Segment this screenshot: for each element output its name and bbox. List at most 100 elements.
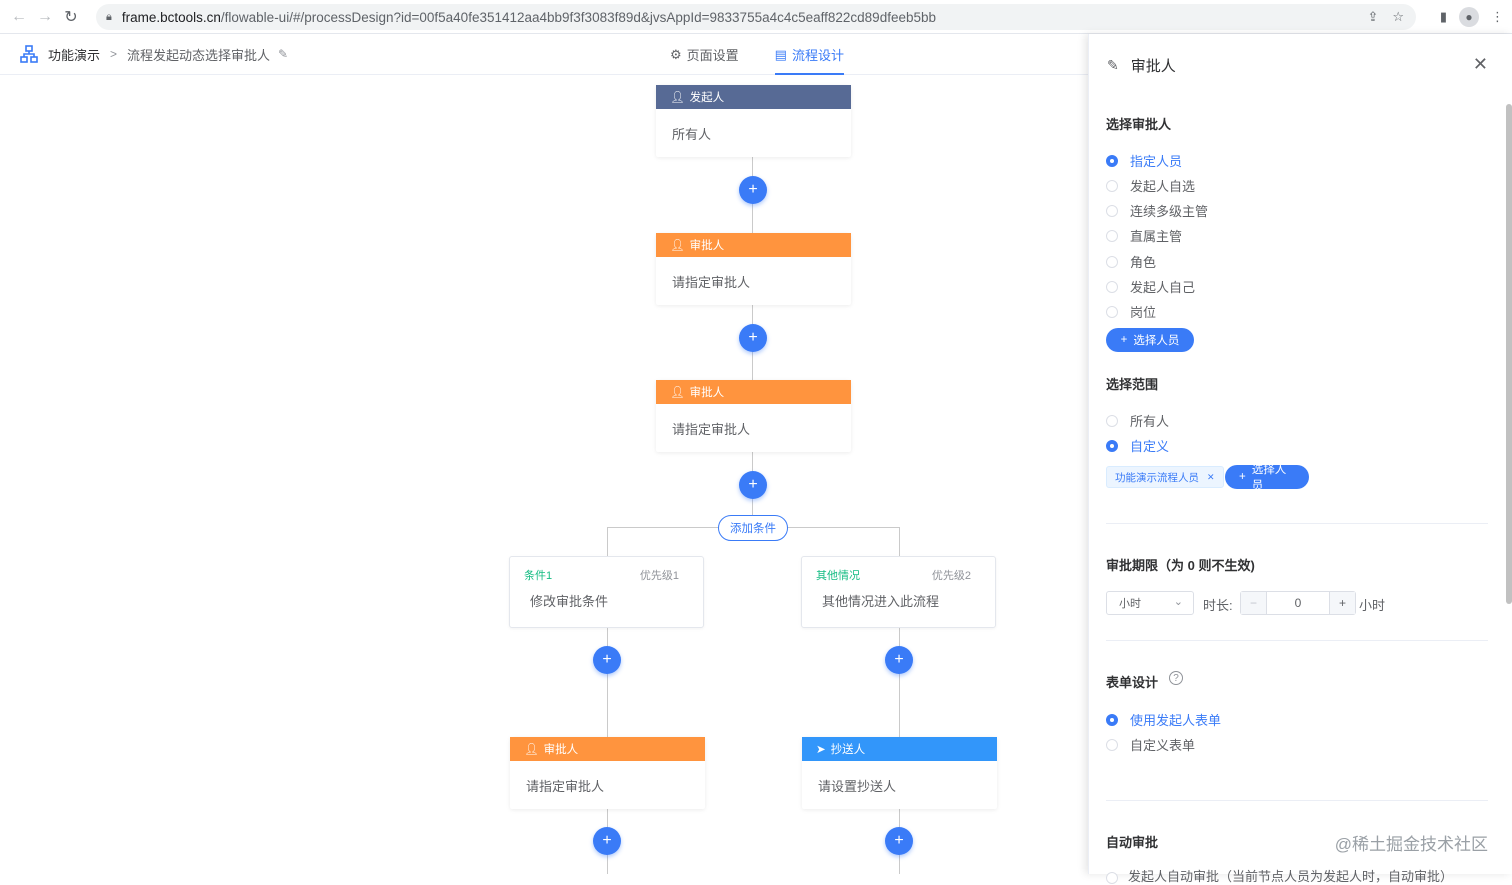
add-node-button[interactable]: +	[885, 827, 913, 855]
select-person-button[interactable]: + 选择人员	[1106, 328, 1194, 352]
drawer-header: ✎ 审批人 ✕	[1089, 34, 1512, 96]
button-label: 选择人员	[1133, 335, 1180, 347]
section-title: 选择范围	[1106, 377, 1159, 392]
side-panel-icon[interactable]: ▮	[1440, 9, 1447, 25]
option-label: 发起人自动审批（当前节点人员为发起人时，自动审批）	[1128, 869, 1454, 884]
plus-icon[interactable]: +	[1329, 592, 1355, 614]
approver-node[interactable]: 👤︎ 审批人 请指定审批人	[656, 380, 851, 452]
share-icon[interactable]: ⇪	[1367, 9, 1378, 25]
radio-use-initiator-form[interactable]: 使用发起人表单	[1106, 710, 1221, 729]
radio-label: 发起人自己	[1130, 280, 1196, 295]
node-type-label: 审批人	[689, 240, 725, 252]
node-type-label: 发起人	[689, 92, 725, 104]
back-icon[interactable]: ←	[6, 4, 32, 30]
tab-process-design[interactable]: ▤ 流程设计	[774, 34, 845, 75]
condition-title: 其他情况	[816, 570, 860, 582]
node-content: 请指定审批人	[672, 274, 751, 290]
scrollbar[interactable]	[1506, 104, 1512, 604]
radio-designated-person[interactable]: 指定人员	[1106, 151, 1182, 170]
plus-icon: +	[1239, 471, 1246, 483]
radio-dot	[1106, 305, 1118, 318]
help-icon[interactable]: ?	[1169, 671, 1183, 685]
radio-dot	[1106, 280, 1118, 293]
add-node-button[interactable]: +	[885, 646, 913, 674]
tag-label: 功能演示流程人员	[1115, 471, 1199, 484]
add-node-button[interactable]: +	[739, 176, 767, 204]
add-node-button[interactable]: +	[593, 646, 621, 674]
radio-scope-all[interactable]: 所有人	[1106, 411, 1169, 430]
send-icon: ➤	[816, 744, 826, 756]
radio-multi-level-supervisor[interactable]: 连续多级主管	[1106, 201, 1208, 220]
watermark: @稀土掘金技术社区	[1334, 835, 1488, 854]
menu-dots-icon[interactable]: ⋮	[1491, 9, 1504, 25]
node-type-label: 抄送人	[830, 744, 866, 756]
radio-dot	[1106, 738, 1118, 751]
tab-label: 流程设计	[791, 48, 844, 63]
radio-role[interactable]: 角色	[1106, 252, 1156, 271]
radio-scope-custom[interactable]: 自定义	[1106, 436, 1169, 455]
radio-position[interactable]: 岗位	[1106, 302, 1156, 321]
app-header: 功能演示 > 流程发起动态选择审批人 ✎ ⚙ 页面设置 ▤ 流程设计	[0, 34, 1088, 75]
radio-initiator-choose[interactable]: 发起人自选	[1106, 176, 1195, 195]
minus-icon[interactable]: −	[1241, 592, 1267, 614]
reload-icon[interactable]: ↻	[58, 4, 84, 30]
radio-dot	[1106, 439, 1118, 452]
radio-label: 所有人	[1130, 414, 1170, 429]
approver-settings-drawer: ✎ 审批人 ✕ 选择审批人 指定人员 发起人自选 连续多级主管 直属主管 角色 …	[1088, 34, 1512, 884]
section-title: 表单设计	[1106, 675, 1159, 690]
approver-node[interactable]: 👤︎ 审批人 请指定审批人	[656, 233, 851, 305]
edit-icon[interactable]: ✎	[1107, 57, 1119, 74]
radio-dot	[1106, 179, 1118, 192]
stepper-value[interactable]: 0	[1267, 592, 1329, 614]
divider	[1106, 640, 1488, 641]
radio-label: 使用发起人表单	[1130, 713, 1222, 728]
user-icon: 👤︎	[670, 387, 685, 399]
checkbox-icon	[1106, 871, 1118, 884]
radio-label: 直属主管	[1130, 229, 1183, 244]
bookmark-star-icon[interactable]: ☆	[1392, 9, 1404, 25]
address-bar[interactable]: 🔒︎ frame.bctools.cn/flowable-ui/#/proces…	[96, 4, 1416, 30]
section-title: 选择审批人	[1106, 117, 1172, 132]
radio-initiator-self[interactable]: 发起人自己	[1106, 277, 1195, 296]
radio-dot	[1106, 154, 1118, 167]
approver-node[interactable]: 👤︎ 审批人 请指定审批人	[510, 737, 705, 809]
radio-label: 发起人自选	[1130, 179, 1196, 194]
tab-page-settings[interactable]: ⚙ 页面设置	[670, 34, 739, 75]
select-person-button[interactable]: + 选择人员	[1225, 464, 1309, 492]
profile-avatar[interactable]: ●	[1459, 7, 1479, 27]
radio-custom-form[interactable]: 自定义表单	[1106, 735, 1195, 754]
browser-toolbar: ← → ↻ 🔒︎ frame.bctools.cn/flowable-ui/#/…	[0, 0, 1512, 34]
forward-icon[interactable]: →	[32, 4, 58, 30]
cc-node[interactable]: ➤ 抄送人 请设置抄送人	[802, 737, 997, 809]
process-canvas[interactable]: 👤︎ 发起人 所有人 + 👤︎ 审批人 请指定审批人 + 👤︎ 审批人 请指定审…	[0, 75, 1088, 874]
auto-approve-option[interactable]: 发起人自动审批（当前节点人员为发起人时，自动审批）	[1106, 866, 1453, 885]
time-unit-select[interactable]: 小时 ⌄	[1106, 591, 1194, 615]
add-condition-button[interactable]: 添加条件	[718, 515, 788, 541]
radio-direct-supervisor[interactable]: 直属主管	[1106, 226, 1182, 245]
node-type-label: 审批人	[689, 387, 725, 399]
condition-node[interactable]: 条件1 优先级1 修改审批条件	[509, 556, 704, 628]
node-header: 👤︎ 发起人	[656, 85, 851, 109]
app-name-link[interactable]: 功能演示	[48, 45, 100, 64]
user-icon: 👤︎	[670, 92, 685, 104]
add-node-button[interactable]: +	[593, 827, 621, 855]
edit-icon[interactable]: ✎	[278, 47, 288, 61]
user-icon: 👤︎	[670, 240, 685, 252]
tag-close-icon[interactable]: ✕	[1207, 472, 1215, 483]
url-text: frame.bctools.cn/flowable-ui/#/processDe…	[121, 9, 936, 25]
radio-dot	[1106, 414, 1118, 427]
duration-stepper[interactable]: − 0 +	[1240, 591, 1356, 615]
radio-label: 自定义	[1130, 439, 1170, 454]
drawer-title: 审批人	[1130, 57, 1176, 75]
start-node[interactable]: 👤︎ 发起人 所有人	[656, 85, 851, 157]
node-content: 所有人	[672, 126, 712, 142]
radio-dot	[1106, 229, 1118, 242]
user-icon: 👤︎	[524, 744, 539, 756]
condition-content: 修改审批条件	[530, 594, 609, 609]
node-header: 👤︎ 审批人	[656, 233, 851, 257]
section-title: 审批期限（为 0 则不生效)	[1106, 558, 1255, 573]
add-node-button[interactable]: +	[739, 471, 767, 499]
add-node-button[interactable]: +	[739, 324, 767, 352]
close-icon[interactable]: ✕	[1473, 54, 1488, 75]
condition-node[interactable]: 其他情况 优先级2 其他情况进入此流程	[801, 556, 996, 628]
